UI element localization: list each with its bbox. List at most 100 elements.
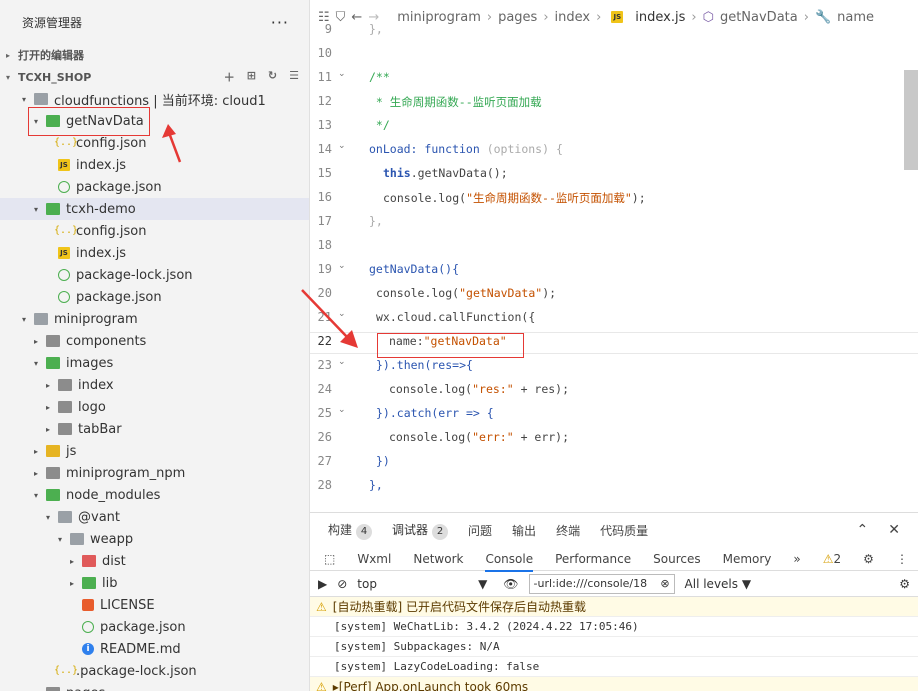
chevron-right-icon[interactable]: ▸	[66, 557, 78, 566]
tree-item-label: package-lock.json	[76, 267, 193, 283]
clear-filter-icon[interactable]: ⊗	[660, 577, 669, 590]
tree-item[interactable]: ▸ js	[0, 440, 309, 462]
tree-item[interactable]: JS index.js	[0, 154, 309, 176]
tree-item[interactable]: ▸ lib	[0, 572, 309, 594]
tree-item[interactable]: package.json	[0, 176, 309, 198]
more-tabs-icon[interactable]: »	[793, 552, 800, 566]
tab-build[interactable]: 构建 4	[328, 521, 373, 540]
close-panel-icon[interactable]: ✕	[888, 522, 900, 538]
tree-item[interactable]: ▸ miniprogram_npm	[0, 462, 309, 484]
tree-item[interactable]: {..} .package-lock.json	[0, 660, 309, 682]
line-number: 24	[317, 382, 332, 396]
tree-item[interactable]: ▾ images	[0, 352, 309, 374]
breadcrumb: ☷ ⛉ ← → miniprogram › pages › index › JS in…	[318, 9, 874, 25]
tree-item[interactable]: ▸ logo	[0, 396, 309, 418]
tree-item[interactable]: package-lock.json	[0, 264, 309, 286]
new-folder-icon[interactable]: ⊞	[247, 69, 256, 85]
kebab-menu-icon[interactable]: ⋮	[896, 552, 908, 566]
crumb-property[interactable]: name	[837, 10, 874, 25]
crumb-miniprogram[interactable]: miniprogram	[397, 10, 481, 25]
tree-item[interactable]: ▸pages	[0, 682, 309, 691]
crumb-method[interactable]: getNavData	[720, 10, 798, 25]
tab-sources[interactable]: Sources	[653, 552, 700, 566]
chevron-right-icon[interactable]: ▸	[30, 337, 42, 346]
fold-chevron-icon[interactable]: ⌄	[338, 357, 346, 367]
crumb-pages[interactable]: pages	[498, 10, 537, 25]
new-file-icon[interactable]: ＋	[224, 69, 235, 85]
chevron-down-icon[interactable]: ▾	[30, 359, 42, 368]
tab-console[interactable]: Console	[485, 552, 534, 572]
fold-chevron-icon[interactable]: ⌄	[338, 309, 346, 319]
tab-wxml[interactable]: Wxml	[357, 552, 391, 566]
tree-item[interactable]: i README.md	[0, 638, 309, 660]
crumb-index[interactable]: index	[555, 10, 591, 25]
fold-chevron-icon[interactable]: ⌄	[338, 261, 346, 271]
tree-item[interactable]: LICENSE	[0, 594, 309, 616]
cloud-folder-icon	[46, 203, 60, 215]
tree-item[interactable]: ▾ weapp	[0, 528, 309, 550]
collapse-panel-icon[interactable]: ⌃	[857, 522, 869, 538]
context-select[interactable]: top ▼	[357, 577, 493, 591]
tree-item[interactable]: ▾ node_modules	[0, 484, 309, 506]
tree-item[interactable]: ▾ @vant	[0, 506, 309, 528]
tab-debugger[interactable]: 调试器 2	[392, 521, 449, 540]
tree-item[interactable]: JS index.js	[0, 242, 309, 264]
tree-item[interactable]: package.json	[0, 286, 309, 308]
open-editors-section[interactable]: ▸ 打开的编辑器	[0, 44, 309, 66]
chevron-down-icon[interactable]: ▾	[18, 95, 30, 104]
clear-console-icon[interactable]: ⊘	[337, 577, 347, 591]
info-icon: i	[82, 643, 94, 655]
tab-code-quality[interactable]: 代码质量	[600, 522, 648, 539]
crumb-file[interactable]: index.js	[635, 10, 685, 25]
eye-icon[interactable]: 👁	[503, 577, 518, 591]
collapse-all-icon[interactable]: ☰	[289, 69, 299, 85]
chevron-right-icon[interactable]: ▸	[30, 447, 42, 456]
console-settings-icon[interactable]: ⚙	[899, 577, 910, 591]
chevron-down-icon[interactable]: ▾	[18, 315, 30, 324]
chevron-right-icon[interactable]: ▸	[42, 381, 54, 390]
tree-item[interactable]: ▾ miniprogram	[0, 308, 309, 330]
tree-item[interactable]: package.json	[0, 616, 309, 638]
tab-output[interactable]: 输出	[512, 522, 536, 539]
chevron-down-icon[interactable]: ▾	[30, 205, 42, 214]
tab-performance[interactable]: Performance	[555, 552, 631, 566]
chevron-right-icon[interactable]: ▸	[42, 425, 54, 434]
fold-chevron-icon[interactable]: ⌄	[338, 405, 346, 415]
chevron-down-icon[interactable]: ▾	[42, 513, 54, 522]
refresh-icon[interactable]: ↻	[268, 69, 277, 85]
line-number: 15	[317, 166, 332, 180]
dist-folder-icon	[82, 555, 96, 567]
chevron-right-icon[interactable]: ▸	[42, 403, 54, 412]
chevron-down-icon[interactable]: ▾	[30, 491, 42, 500]
image-folder-icon	[46, 357, 60, 369]
chevron-down-icon[interactable]: ▾	[54, 535, 66, 544]
bookmark-icon[interactable]: ⛉	[336, 10, 346, 25]
tab-terminal[interactable]: 终端	[556, 522, 580, 539]
back-icon[interactable]: ←	[351, 10, 362, 25]
tree-item[interactable]: ▸ components	[0, 330, 309, 352]
tree-item[interactable]: ▸ dist	[0, 550, 309, 572]
chevron-right-icon[interactable]: ▸	[66, 579, 78, 588]
warning-count[interactable]: ⚠2	[823, 552, 841, 566]
fold-chevron-icon[interactable]: ⌄	[338, 141, 346, 151]
more-actions-icon[interactable]: ···	[271, 13, 289, 32]
annotation-box-name	[377, 333, 524, 358]
project-section[interactable]: ▾ TCXH_SHOP ＋ ⊞ ↻ ☰	[0, 66, 309, 88]
sidebar-toggle-icon[interactable]: ▶	[318, 577, 327, 591]
tree-item[interactable]: ▸ tabBar	[0, 418, 309, 440]
tree-item[interactable]: ▸ index	[0, 374, 309, 396]
editor-scrollbar[interactable]	[904, 70, 918, 170]
filter-input[interactable]: -url:ide:///console/18 ⊗	[528, 573, 675, 594]
tab-memory[interactable]: Memory	[723, 552, 772, 566]
settings-icon[interactable]: ⚙	[863, 552, 874, 566]
log-levels-select[interactable]: All levels ▼	[685, 577, 752, 591]
tab-problems[interactable]: 问题	[468, 522, 492, 539]
chevron-right-icon[interactable]: ▸	[30, 469, 42, 478]
fold-chevron-icon[interactable]: ⌄	[338, 69, 346, 79]
tree-item[interactable]: {..} config.json	[0, 220, 309, 242]
chevron-right-icon: ▸	[6, 50, 11, 60]
project-actions: ＋ ⊞ ↻ ☰	[224, 69, 309, 85]
tree-item[interactable]: ▾ tcxh-demo	[0, 198, 309, 220]
inspect-icon[interactable]: ⬚	[324, 552, 335, 566]
tab-network[interactable]: Network	[413, 552, 463, 566]
